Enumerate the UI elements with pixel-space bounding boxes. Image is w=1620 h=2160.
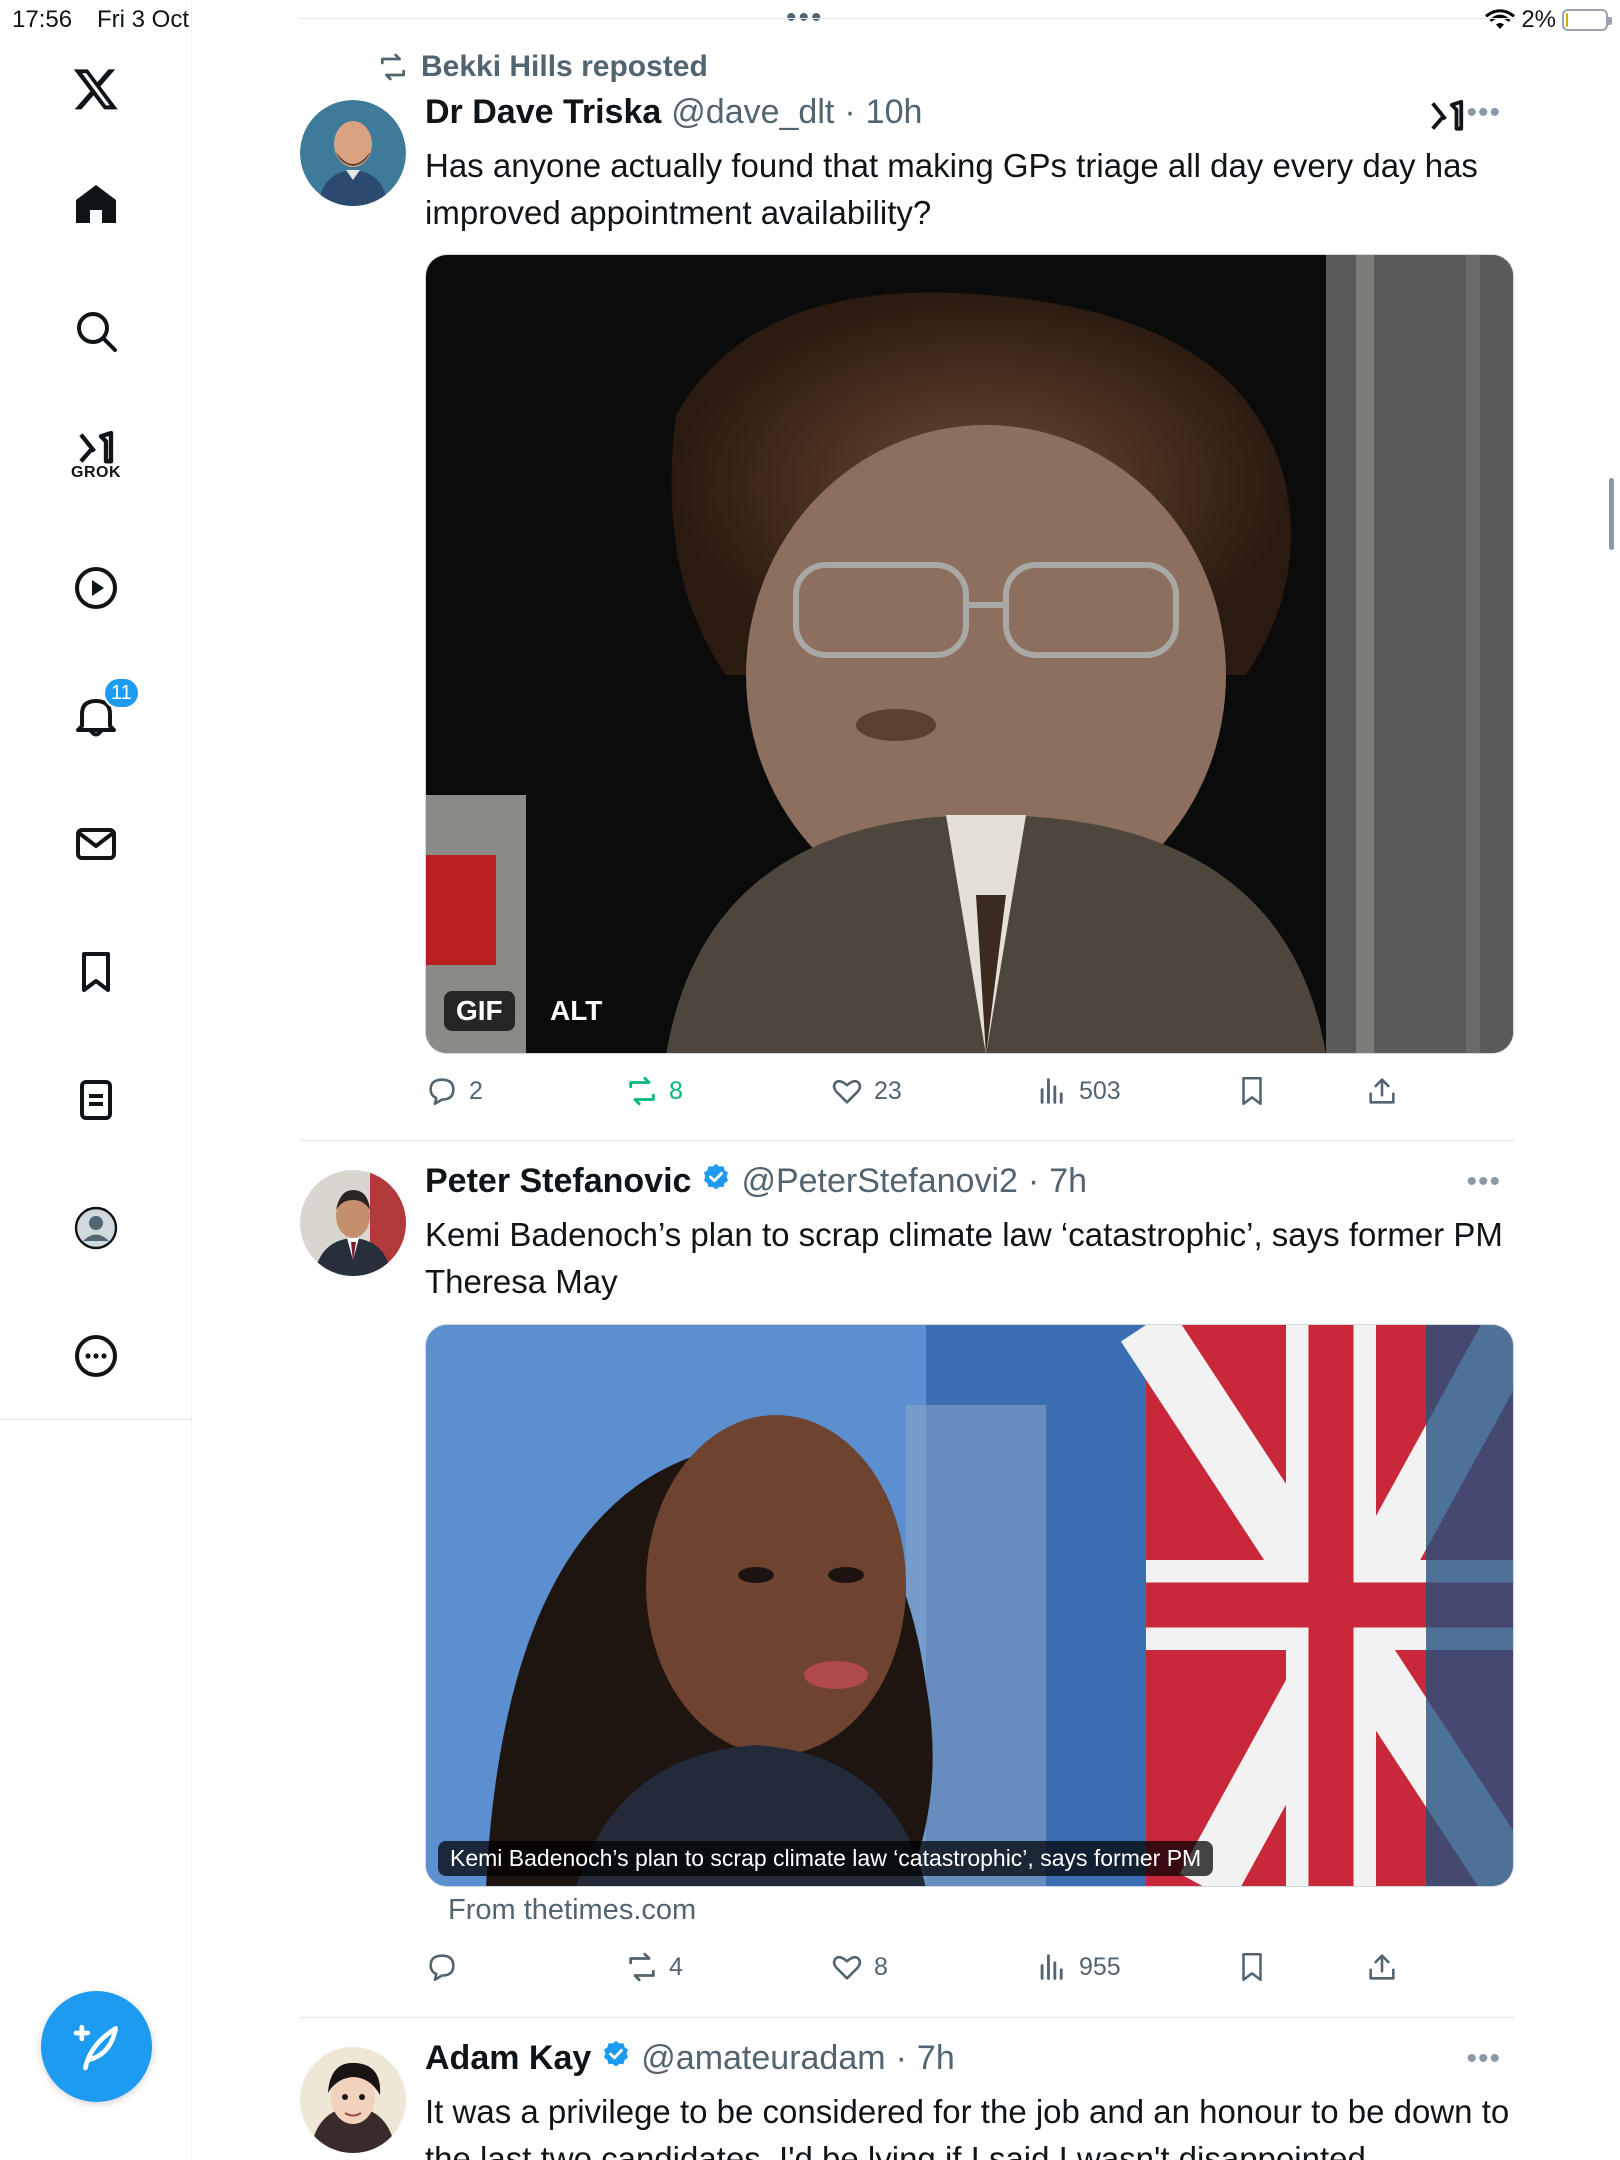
tweet-actions: 4 8 955 xyxy=(425,1950,1514,1990)
tweet-divider xyxy=(300,1140,1515,1141)
repost-icon xyxy=(629,1076,655,1106)
author-name[interactable]: Dr Dave Triska xyxy=(425,93,661,132)
views-chart-icon xyxy=(1040,1078,1063,1104)
more-menu-icon[interactable]: ••• xyxy=(1466,2042,1501,2076)
tweet-divider xyxy=(300,2017,1515,2018)
repost-count: 8 xyxy=(669,1076,683,1105)
messages-envelope-icon[interactable] xyxy=(63,811,129,877)
grok-tweet-icon[interactable] xyxy=(1428,97,1466,135)
link-card-caption: Kemi Badenoch’s plan to scrap climate la… xyxy=(438,1841,1214,1876)
lists-icon[interactable] xyxy=(63,1067,129,1133)
avatar[interactable] xyxy=(300,2047,406,2153)
video-play-icon[interactable] xyxy=(63,555,129,621)
bookmarks-icon[interactable] xyxy=(63,939,129,1005)
heart-icon xyxy=(832,1079,862,1104)
reply-button[interactable]: 2 xyxy=(425,1074,483,1108)
reply-count: 2 xyxy=(469,1076,483,1105)
author-handle[interactable]: @amateuradam xyxy=(641,2039,885,2078)
like-button[interactable]: 8 xyxy=(830,1950,888,1984)
tweet-text: Has anyone actually found that making GP… xyxy=(425,147,1478,231)
reply-icon xyxy=(429,1954,455,1982)
bookmark-icon xyxy=(1242,1076,1262,1106)
heart-icon xyxy=(832,1955,862,1980)
timestamp[interactable]: 10h xyxy=(866,93,923,132)
verified-badge-icon[interactable] xyxy=(601,2039,631,2069)
repost-label[interactable]: Bekki Hills reposted xyxy=(421,50,708,84)
share-upload-icon xyxy=(1369,1078,1395,1104)
tweet-actions: 2 8 23 503 xyxy=(425,1074,1514,1114)
more-menu-icon[interactable]: ••• xyxy=(1466,96,1501,130)
share-button[interactable] xyxy=(1365,1074,1399,1108)
separator-dot: · xyxy=(895,2039,907,2077)
repost-icon xyxy=(629,1952,655,1982)
verified-badge-icon[interactable] xyxy=(701,1162,731,1192)
bookmark-button[interactable] xyxy=(1235,1950,1269,1984)
like-count: 23 xyxy=(874,1076,902,1105)
home-icon[interactable] xyxy=(63,171,129,237)
compose-button[interactable] xyxy=(41,1991,152,2102)
views-count: 503 xyxy=(1079,1076,1121,1105)
sidebar-divider xyxy=(0,1419,192,1420)
battery-percent: 2% xyxy=(1521,6,1556,33)
link-card-image[interactable]: Kemi Badenoch’s plan to scrap climate la… xyxy=(425,1324,1514,1887)
header-divider xyxy=(300,18,1515,19)
repost-button[interactable]: 8 xyxy=(625,1074,683,1108)
reply-button[interactable] xyxy=(425,1950,469,1984)
scrollbar[interactable] xyxy=(1609,478,1614,550)
gif-badge: GIF xyxy=(444,991,515,1031)
alt-text-button[interactable]: ALT xyxy=(544,991,608,1031)
author-handle[interactable]: @dave_dlt xyxy=(671,93,834,132)
x-logo-icon[interactable] xyxy=(63,56,129,122)
timestamp[interactable]: 7h xyxy=(917,2039,955,2078)
battery-icon xyxy=(1562,9,1612,31)
author-handle[interactable]: @PeterStefanovi2 xyxy=(741,1162,1017,1201)
notifications-badge: 11 xyxy=(103,677,140,709)
views-button[interactable]: 503 xyxy=(1035,1074,1121,1108)
bookmark-button[interactable] xyxy=(1235,1074,1269,1108)
timestamp[interactable]: 7h xyxy=(1049,1162,1087,1201)
compose-icon xyxy=(73,2024,118,2070)
views-chart-icon xyxy=(1040,1954,1063,1980)
avatar[interactable] xyxy=(300,100,406,206)
tweet-text: Kemi Badenoch’s plan to scrap climate la… xyxy=(425,1216,1503,1300)
grok-icon[interactable]: GROK xyxy=(63,422,129,488)
link-source[interactable]: From thetimes.com xyxy=(448,1894,696,1927)
repost-context: Bekki Hills reposted xyxy=(377,50,708,84)
share-upload-icon xyxy=(1369,1954,1395,1980)
like-count: 8 xyxy=(874,1952,888,1981)
bookmark-icon xyxy=(1242,1952,1262,1982)
profile-avatar-icon[interactable] xyxy=(63,1195,129,1261)
repost-count: 4 xyxy=(669,1952,683,1981)
share-button[interactable] xyxy=(1365,1950,1399,1984)
sidebar: GROK 11 xyxy=(0,0,192,2160)
avatar[interactable] xyxy=(300,1170,406,1276)
tweet-text: It was a privilege to be considered for … xyxy=(425,2093,1510,2160)
notifications-bell-icon[interactable]: 11 xyxy=(63,677,140,749)
author-name[interactable]: Adam Kay xyxy=(425,2039,591,2078)
wifi-icon xyxy=(1485,9,1515,29)
views-count: 955 xyxy=(1079,1952,1121,1981)
separator-dot: · xyxy=(1027,1162,1040,1200)
more-menu-icon[interactable]: ••• xyxy=(1466,1165,1501,1199)
grok-label: GROK xyxy=(71,464,121,481)
reply-icon xyxy=(429,1078,455,1106)
tweet-gif[interactable]: GIF ALT xyxy=(425,254,1514,1054)
repost-icon xyxy=(381,53,405,81)
author-name[interactable]: Peter Stefanovic xyxy=(425,1162,691,1201)
like-button[interactable]: 23 xyxy=(830,1074,902,1108)
status-bar: 17:56 Fri 3 Oct ••• 2% xyxy=(0,0,1620,40)
search-icon[interactable] xyxy=(63,298,129,364)
separator-dot: · xyxy=(844,93,856,131)
more-options-icon[interactable] xyxy=(63,1323,129,1389)
repost-button[interactable]: 4 xyxy=(625,1950,683,1984)
views-button[interactable]: 955 xyxy=(1035,1950,1121,1984)
